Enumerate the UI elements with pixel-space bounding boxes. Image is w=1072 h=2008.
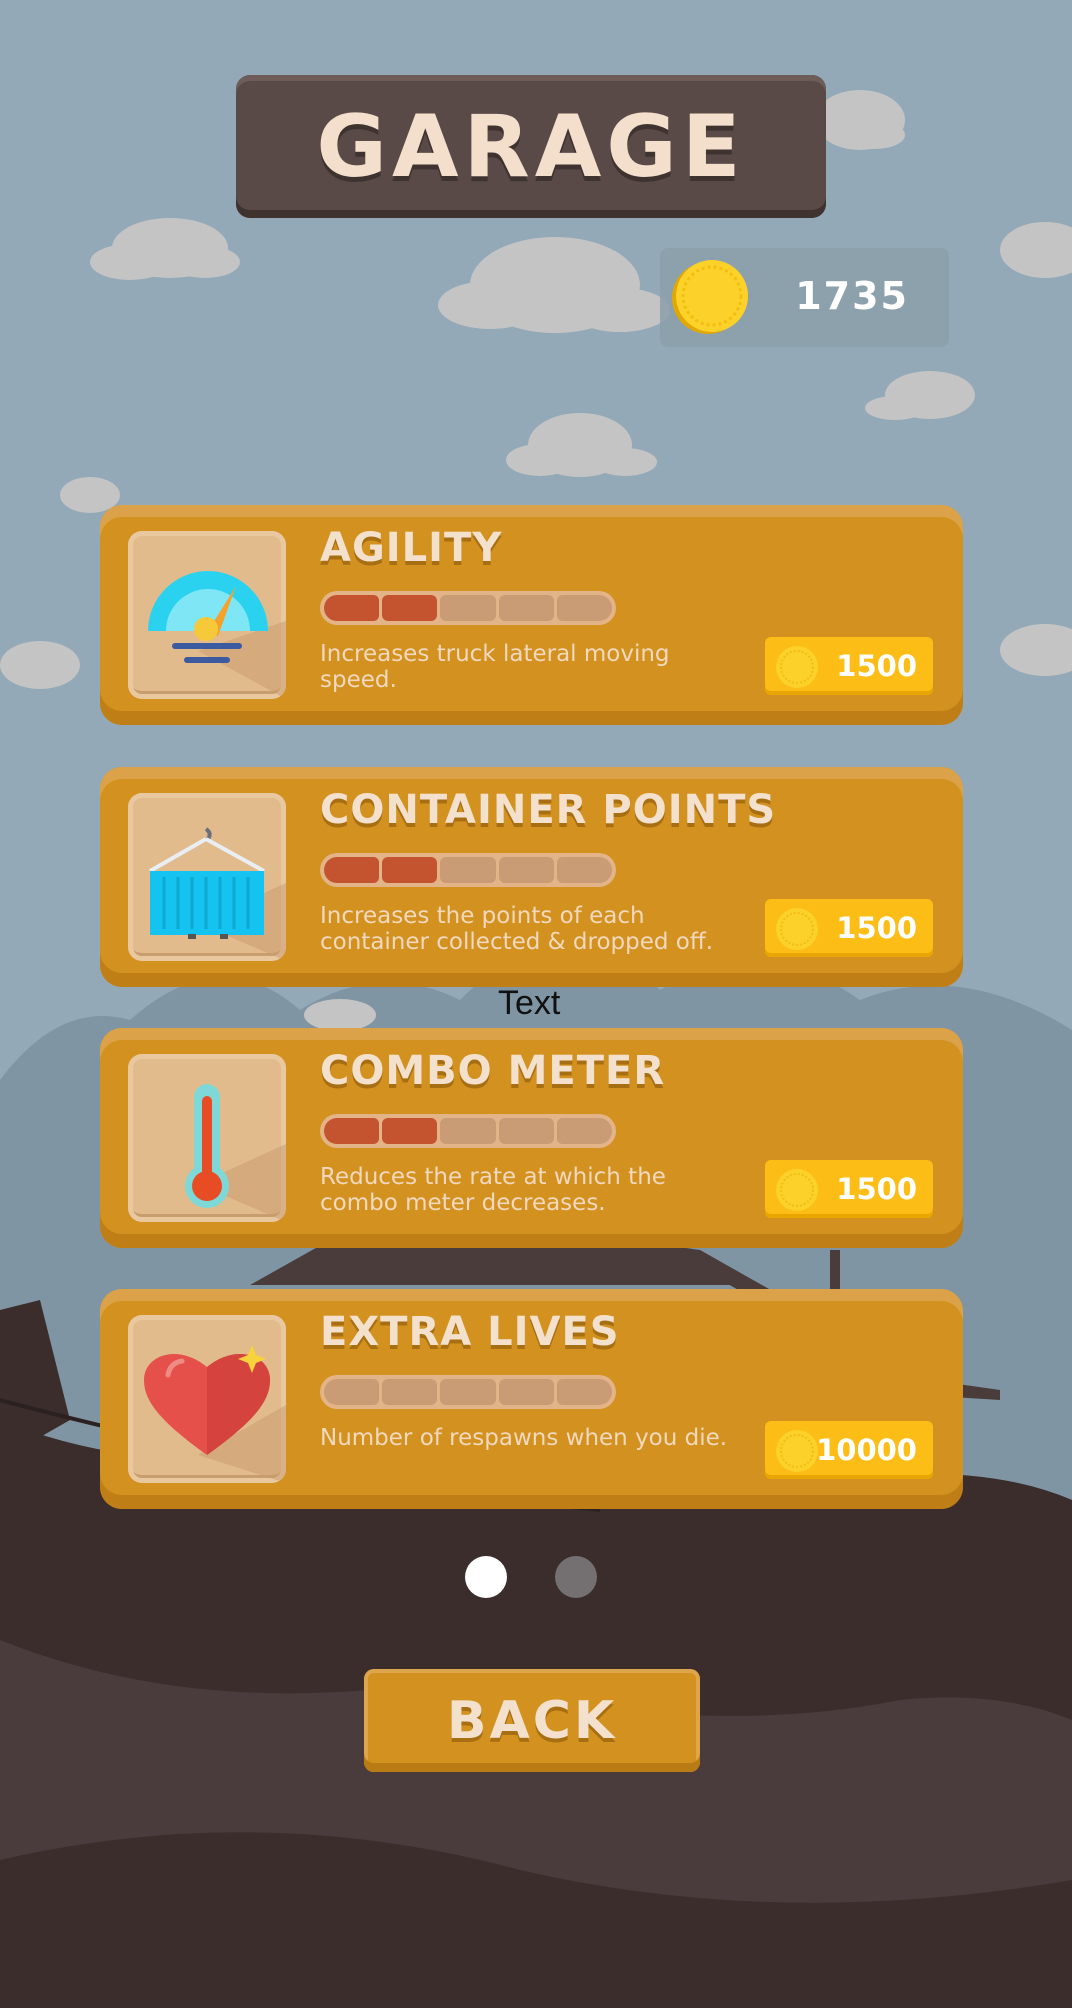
upgrade-icon-tile (128, 1315, 286, 1483)
level-segment (556, 595, 613, 621)
upgrade-description: Reduces the rate at which the combo mete… (320, 1164, 666, 1216)
upgrade-description: Increases truck lateral moving speed. (320, 641, 670, 693)
page-title: GARAGE (316, 96, 746, 197)
upgrade-icon-tile (128, 793, 286, 961)
upgrade-title: AGILITY (320, 525, 503, 571)
level-segment (440, 595, 496, 621)
price-label: 1500 (836, 1172, 917, 1206)
level-segment (498, 857, 554, 883)
level-segment (440, 1379, 496, 1405)
buy-button[interactable]: 1500 (765, 899, 933, 957)
level-segment (556, 1118, 613, 1144)
level-segment (498, 1379, 554, 1405)
buy-button[interactable]: 1500 (765, 1160, 933, 1218)
level-segment (498, 595, 554, 621)
page-dot-1[interactable] (465, 1556, 507, 1598)
back-button-label: BACK (446, 1690, 618, 1751)
heart-icon (144, 1345, 286, 1483)
thermometer-icon (185, 1084, 286, 1222)
upgrade-title: EXTRA LIVES (320, 1309, 620, 1355)
coin-balance: 1735 (660, 248, 949, 347)
upgrade-title: CONTAINER POINTS (320, 787, 777, 833)
container-icon (149, 827, 286, 961)
upgrade-icon-tile (128, 531, 286, 699)
coin-icon (776, 1430, 818, 1472)
upgrade-title: COMBO METER (320, 1048, 666, 1094)
upgrade-icon-tile (128, 1054, 286, 1222)
level-segment (382, 857, 438, 883)
price-label: 1500 (836, 649, 917, 683)
upgrade-card-extra-lives: EXTRA LIVES Number of respawns when you … (100, 1289, 963, 1509)
level-segment (498, 1118, 554, 1144)
upgrade-level-bar (320, 1375, 616, 1409)
level-segment (382, 1379, 438, 1405)
level-segment (324, 1118, 380, 1144)
speedometer-icon (148, 571, 286, 699)
level-segment (382, 1118, 438, 1144)
upgrade-card-agility: AGILITY Increases truck lateral moving s… (100, 505, 963, 725)
buy-button[interactable]: 10000 (765, 1421, 933, 1479)
upgrade-card-combo-meter: COMBO METER Reduces the rate at which th… (100, 1028, 963, 1248)
level-segment (556, 1379, 613, 1405)
back-button[interactable]: BACK (364, 1669, 700, 1772)
level-segment (382, 595, 438, 621)
page-dot-2[interactable] (555, 1556, 597, 1598)
upgrade-description: Increases the points of each container c… (320, 903, 714, 955)
coin-icon (776, 908, 818, 950)
upgrade-level-bar (320, 591, 616, 625)
upgrade-level-bar (320, 853, 616, 887)
placeholder-text: Text (498, 984, 561, 1022)
coin-count: 1735 (795, 274, 909, 318)
price-label: 10000 (816, 1433, 917, 1467)
upgrade-level-bar (320, 1114, 616, 1148)
level-segment (324, 857, 380, 883)
buy-button[interactable]: 1500 (765, 637, 933, 695)
level-segment (324, 1379, 380, 1405)
coin-icon (776, 646, 818, 688)
upgrade-description: Number of respawns when you die. (320, 1425, 728, 1451)
price-label: 1500 (836, 911, 917, 945)
coin-icon (776, 1169, 818, 1211)
coin-icon (672, 260, 748, 334)
title-board: GARAGE (236, 75, 826, 218)
level-segment (556, 857, 613, 883)
level-segment (324, 595, 380, 621)
upgrade-card-container-points: CONTAINER POINTS Increases the points of… (100, 767, 963, 987)
level-segment (440, 857, 496, 883)
level-segment (440, 1118, 496, 1144)
